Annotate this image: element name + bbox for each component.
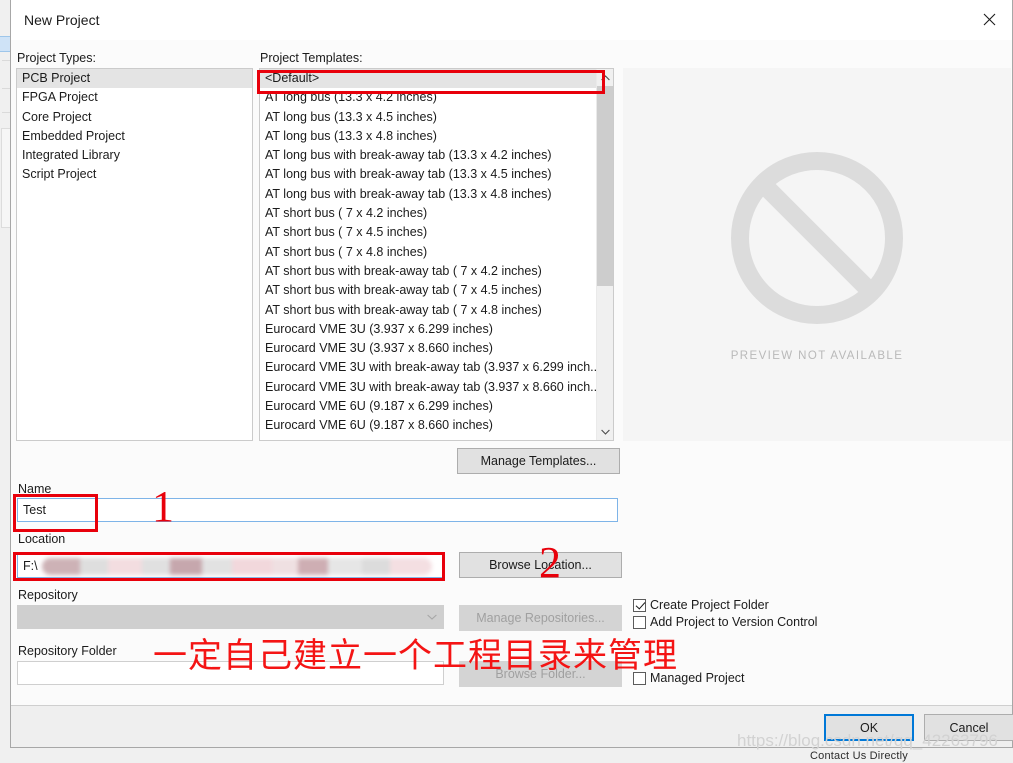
background-divider bbox=[2, 60, 10, 61]
list-item[interactable]: <Default> bbox=[260, 69, 598, 89]
screenshot-root: Contact Us Directly New Project Project … bbox=[0, 0, 1013, 763]
cancel-button[interactable]: Cancel bbox=[924, 714, 1013, 741]
ok-button[interactable]: OK bbox=[824, 714, 914, 741]
list-item[interactable]: AT short bus with break-away tab ( 7 x 4… bbox=[260, 281, 598, 300]
repository-select[interactable] bbox=[17, 605, 444, 629]
checkbox-label: Add Project to Version Control bbox=[650, 615, 818, 629]
scroll-up-icon[interactable] bbox=[597, 69, 613, 86]
repository-folder-input[interactable] bbox=[17, 661, 444, 685]
background-bottom-text: Contact Us Directly bbox=[810, 750, 908, 762]
list-item[interactable]: AT short bus ( 7 x 4.2 inches) bbox=[260, 204, 598, 223]
no-entry-icon bbox=[726, 147, 908, 334]
dialog-body: Project Types: Project Templates: PCB Pr… bbox=[11, 40, 1012, 705]
templates-scroll-area: <Default> AT long bus (13.3 x 4.2 inches… bbox=[260, 69, 598, 440]
project-types-list[interactable]: PCB Project FPGA Project Core Project Em… bbox=[16, 68, 253, 441]
list-item[interactable]: AT long bus with break-away tab (13.3 x … bbox=[260, 146, 598, 165]
list-item[interactable]: Eurocard VME 6U (9.187 x 8.660 inches) bbox=[260, 416, 598, 435]
list-item[interactable]: AT long bus (13.3 x 4.2 inches) bbox=[260, 88, 598, 107]
background-divider bbox=[2, 112, 10, 113]
name-label: Name bbox=[18, 482, 52, 496]
name-input[interactable]: Test bbox=[17, 498, 618, 522]
list-item[interactable]: FPGA Project bbox=[17, 88, 252, 107]
preview-caption: PREVIEW NOT AVAILABLE bbox=[730, 350, 904, 362]
list-item[interactable]: Eurocard VME 3U (3.937 x 8.660 inches) bbox=[260, 339, 598, 358]
add-to-version-control-checkbox[interactable]: Add Project to Version Control bbox=[633, 615, 817, 629]
list-item[interactable]: Integrated Library bbox=[17, 146, 252, 165]
chevron-down-icon bbox=[427, 612, 437, 622]
dialog-titlebar: New Project bbox=[11, 0, 1012, 41]
list-item[interactable]: Embedded Project bbox=[17, 127, 252, 146]
list-item[interactable]: AT long bus (13.3 x 4.5 inches) bbox=[260, 108, 598, 127]
list-item[interactable]: Eurocard VME 3U (3.937 x 6.299 inches) bbox=[260, 320, 598, 339]
list-item[interactable]: AT long bus (13.3 x 4.8 inches) bbox=[260, 127, 598, 146]
project-types-label: Project Types: bbox=[17, 51, 96, 65]
list-item[interactable]: AT long bus with break-away tab (13.3 x … bbox=[260, 185, 598, 204]
repository-label: Repository bbox=[18, 588, 78, 602]
location-label: Location bbox=[18, 532, 66, 546]
checkbox-box[interactable] bbox=[633, 671, 646, 685]
repository-folder-label: Repository Folder bbox=[18, 644, 117, 658]
browse-folder-button: Browse Folder... bbox=[459, 661, 622, 687]
list-item[interactable]: Eurocard VME 6U (9.187 x 6.299 inches) bbox=[260, 397, 598, 416]
list-item[interactable]: AT long bus with break-away tab (13.3 x … bbox=[260, 165, 598, 184]
background-divider bbox=[2, 88, 10, 89]
location-value: F:\ bbox=[23, 558, 38, 573]
location-input[interactable]: F:\ bbox=[17, 553, 444, 578]
close-icon[interactable] bbox=[966, 0, 1012, 39]
list-item[interactable]: AT short bus with break-away tab ( 7 x 4… bbox=[260, 301, 598, 320]
list-item[interactable]: AT short bus ( 7 x 4.8 inches) bbox=[260, 243, 598, 262]
list-item[interactable]: PCB Project bbox=[17, 69, 252, 89]
scrollbar-thumb[interactable] bbox=[597, 86, 613, 286]
scroll-down-icon[interactable] bbox=[597, 423, 613, 440]
preview-panel: PREVIEW NOT AVAILABLE bbox=[623, 68, 1011, 441]
project-templates-list[interactable]: <Default> AT long bus (13.3 x 4.2 inches… bbox=[259, 68, 614, 441]
templates-scrollbar[interactable] bbox=[596, 69, 613, 440]
managed-project-checkbox[interactable]: Managed Project bbox=[633, 671, 745, 685]
manage-templates-button[interactable]: Manage Templates... bbox=[457, 448, 620, 474]
browse-location-button[interactable]: Browse Location... bbox=[459, 552, 622, 578]
manage-repositories-button: Manage Repositories... bbox=[459, 605, 622, 631]
dialog-title: New Project bbox=[24, 12, 100, 28]
list-item[interactable]: Eurocard VME 3U with break-away tab (3.9… bbox=[260, 358, 598, 377]
list-item[interactable]: AT short bus with break-away tab ( 7 x 4… bbox=[260, 262, 598, 281]
dialog-footer: OK Cancel bbox=[11, 705, 1013, 747]
list-item[interactable]: Eurocard VME 3U with break-away tab (3.9… bbox=[260, 378, 598, 397]
checkbox-box[interactable] bbox=[633, 615, 646, 629]
redacted-path bbox=[42, 558, 432, 575]
list-item[interactable]: AT short bus ( 7 x 4.5 inches) bbox=[260, 223, 598, 242]
list-item[interactable]: Core Project bbox=[17, 108, 252, 127]
checkbox-label: Create Project Folder bbox=[650, 598, 769, 612]
list-item[interactable]: Script Project bbox=[17, 165, 252, 184]
checkbox-box[interactable] bbox=[633, 598, 646, 612]
project-templates-label: Project Templates: bbox=[260, 51, 363, 65]
new-project-dialog: New Project Project Types: Project Templ… bbox=[10, 0, 1013, 748]
create-project-folder-checkbox[interactable]: Create Project Folder bbox=[633, 598, 769, 612]
checkbox-label: Managed Project bbox=[650, 671, 745, 685]
